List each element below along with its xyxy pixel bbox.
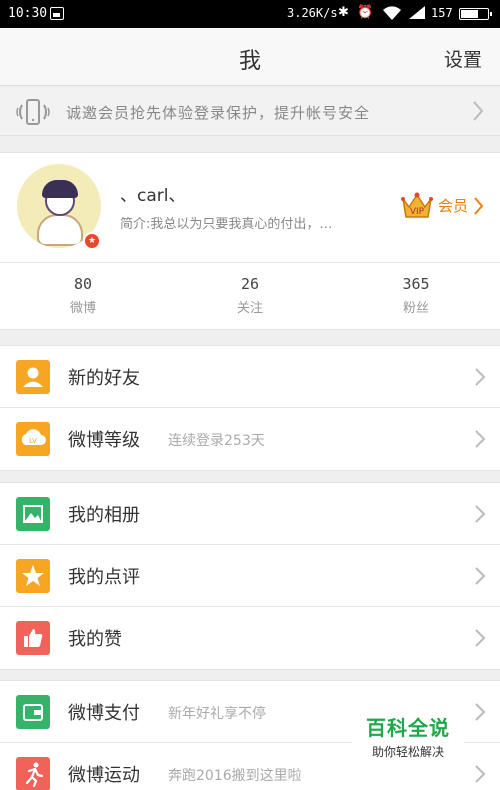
menu-item-new-friends[interactable]: 新的好友	[0, 346, 500, 408]
menu-group-2: 我的相册 我的点评 我的赞	[0, 482, 500, 670]
level-icon: LV	[16, 422, 50, 456]
vip-crown-icon: VIP	[401, 192, 433, 218]
member-label: 会员	[438, 197, 469, 215]
menu-item-label: 微博等级	[68, 430, 140, 451]
bio: 简介:我总以为只要我真心的付出，…	[120, 217, 333, 232]
chevron-right-icon	[473, 101, 484, 121]
chevron-right-icon	[474, 197, 484, 215]
menu-item-label: 我的点评	[68, 567, 140, 588]
wallet-icon	[16, 695, 50, 729]
stats-divider	[0, 262, 500, 263]
menu-item-my-likes[interactable]: 我的赞	[0, 607, 500, 669]
battery-percent: 157	[431, 6, 453, 20]
username: 、carl、	[120, 186, 186, 206]
review-icon	[16, 559, 50, 593]
chevron-right-icon	[475, 765, 486, 783]
menu-item-my-album[interactable]: 我的相册	[0, 483, 500, 545]
chevron-right-icon	[475, 505, 486, 523]
menu-item-subtitle: 奔跑2016搬到这里啦	[168, 768, 302, 784]
wifi-icon	[382, 5, 402, 25]
svg-text:VIP: VIP	[410, 207, 425, 217]
album-icon	[16, 497, 50, 531]
menu-item-subtitle: 连续登录253天	[168, 433, 265, 449]
stat-value: 80	[73, 275, 93, 293]
title-bar: 我 设置	[0, 28, 500, 86]
chevron-right-icon	[475, 629, 486, 647]
menu-item-label: 我的赞	[68, 629, 122, 650]
login-protection-banner[interactable]: 诚邀会员抢先体验登录保护，提升帐号安全	[0, 88, 500, 136]
gallery-icon	[50, 7, 64, 20]
running-icon	[16, 757, 50, 790]
battery-icon	[459, 8, 492, 20]
stat-weibo[interactable]: 80 微博	[23, 275, 143, 316]
chevron-right-icon	[475, 368, 486, 386]
bluetooth-icon: ✱	[338, 5, 349, 20]
stat-following[interactable]: 26 关注	[190, 275, 310, 316]
alarm-icon: ⏰	[357, 5, 374, 20]
thumbs-up-icon	[16, 621, 50, 655]
status-bar: 10:30 3.26K/s ✱ ⏰ 157	[0, 0, 500, 28]
profile-card[interactable]: ★ 、carl、 简介:我总以为只要我真心的付出，… VIP 会员 80 微博 …	[0, 152, 500, 330]
stat-label: 微博	[69, 301, 96, 316]
stat-label: 粉丝	[402, 301, 429, 316]
menu-item-subtitle: 新年好礼享不停	[168, 706, 266, 722]
stat-value: 26	[240, 275, 260, 293]
menu-item-label: 我的相册	[68, 505, 140, 526]
watermark-title: 百科全说	[366, 716, 450, 740]
avatar-body-shape	[37, 214, 83, 246]
stat-label: 关注	[236, 301, 263, 316]
menu-item-label: 新的好友	[68, 368, 140, 389]
phone-vibrate-icon	[16, 99, 50, 125]
member-button[interactable]: VIP 会员	[400, 189, 490, 223]
chevron-right-icon	[475, 703, 486, 721]
chevron-right-icon	[475, 430, 486, 448]
network-speed: 3.26K/s	[287, 6, 338, 20]
stat-followers[interactable]: 365 粉丝	[356, 275, 476, 316]
settings-button[interactable]: 设置	[444, 45, 482, 72]
svg-text:LV: LV	[29, 437, 37, 445]
menu-item-label: 微博支付	[68, 703, 140, 724]
menu-item-weibo-level[interactable]: LV 微博等级 连续登录253天	[0, 408, 500, 470]
watermark: 百科全说 助你轻松解决	[352, 712, 464, 762]
page-title: 我	[238, 49, 261, 74]
watermark-subtitle: 助你轻松解决	[371, 745, 444, 759]
menu-item-label: 微博运动	[68, 765, 140, 786]
stat-value: 365	[402, 275, 430, 293]
friend-icon	[16, 360, 50, 394]
chevron-right-icon	[475, 567, 486, 585]
verified-badge-icon: ★	[83, 232, 101, 250]
avatar-hair-shape	[42, 180, 78, 198]
menu-group-1: 新的好友 LV 微博等级 连续登录253天	[0, 345, 500, 471]
status-time: 10:30	[8, 6, 48, 21]
menu-item-my-reviews[interactable]: 我的点评	[0, 545, 500, 607]
signal-icon	[408, 5, 426, 24]
banner-text: 诚邀会员抢先体验登录保护，提升帐号安全	[66, 104, 371, 122]
